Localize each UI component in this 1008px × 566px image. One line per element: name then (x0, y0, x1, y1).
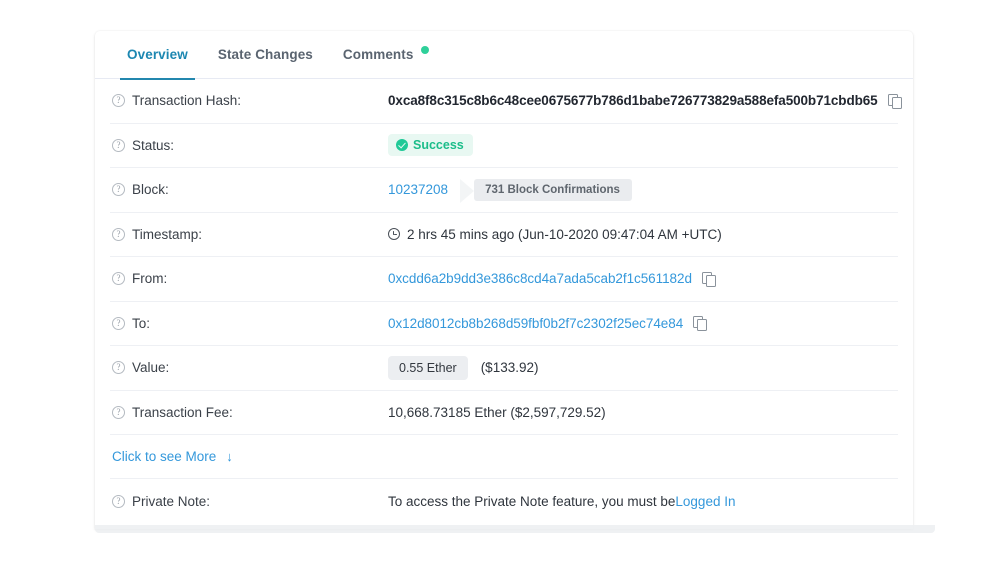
label-private-note: ? Private Note: (112, 494, 388, 509)
transaction-overview-card: Overview State Changes Comments ? Transa… (95, 31, 913, 529)
value-amount: 0.55 Ether ($133.92) (388, 355, 896, 380)
value-timestamp: 2 hrs 45 mins ago (Jun-10-2020 09:47:04 … (388, 227, 896, 242)
value-transaction-fee: 10,668.73185 Ether ($2,597,729.52) (388, 405, 896, 420)
value-to: 0x12d8012cb8b268d59fbf0b2f7c2302f25ec74e… (388, 316, 896, 332)
help-icon[interactable]: ? (112, 183, 125, 197)
help-icon[interactable]: ? (112, 361, 125, 375)
copy-icon[interactable] (887, 93, 902, 109)
value-usd-text: ($133.92) (480, 360, 539, 376)
block-confirmations-badge: 731 Block Confirmations (460, 178, 632, 203)
page-root: Overview State Changes Comments ? Transa… (0, 0, 1008, 566)
row-see-more: Click to see More ↓ (110, 435, 898, 479)
see-more-link[interactable]: Click to see More (112, 449, 216, 464)
label-block: ? Block: (112, 182, 388, 197)
value-ether-badge: 0.55 Ether (388, 355, 468, 380)
tab-overview[interactable]: Overview (112, 31, 203, 80)
value-transaction-hash: 0xca8f8c315c8b6c48cee0675677b786d1babe72… (388, 93, 902, 109)
block-number-link[interactable]: 10237208 (388, 182, 448, 197)
help-icon[interactable]: ? (112, 138, 125, 152)
card-bottom-shadow (95, 525, 935, 533)
row-transaction-hash: ? Transaction Hash: 0xca8f8c315c8b6c48ce… (110, 79, 902, 124)
transaction-hash-text: 0xca8f8c315c8b6c48cee0675677b786d1babe72… (388, 93, 878, 109)
label-status: ? Status: (112, 138, 388, 153)
logged-in-link[interactable]: Logged In (675, 494, 735, 509)
to-address-link[interactable]: 0x12d8012cb8b268d59fbf0b2f7c2302f25ec74e… (388, 316, 683, 331)
label-to: ? To: (112, 316, 388, 331)
arrow-down-icon[interactable]: ↓ (226, 449, 233, 464)
status-badge: Success (388, 134, 473, 157)
row-status: ? Status: Success (110, 124, 898, 168)
label-from: ? From: (112, 271, 388, 286)
row-transaction-fee: ? Transaction Fee: 10,668.73185 Ether ($… (110, 391, 898, 435)
status-badge-label: Success (413, 138, 464, 153)
value-status: Success (388, 134, 896, 157)
tab-comments-label: Comments (342, 47, 414, 62)
label-text: Value: (132, 360, 170, 376)
help-icon[interactable]: ? (112, 494, 125, 508)
help-icon[interactable]: ? (112, 227, 125, 241)
label-transaction-hash: ? Transaction Hash: (112, 93, 388, 108)
row-from: ? From: 0xcdd6a2b9dd3e386c8cd4a7ada5cab2… (110, 257, 898, 302)
label-text: To: (132, 315, 151, 331)
label-transaction-fee: ? Transaction Fee: (112, 405, 388, 420)
row-value: ? Value: 0.55 Ether ($133.92) (110, 346, 898, 391)
label-value: ? Value: (112, 360, 388, 375)
check-icon (396, 139, 408, 152)
label-timestamp: ? Timestamp: (112, 227, 388, 242)
tab-state-changes[interactable]: State Changes (203, 31, 328, 79)
private-note-text: To access the Private Note feature, you … (388, 493, 676, 509)
help-icon[interactable]: ? (112, 405, 125, 419)
transaction-fee-text: 10,668.73185 Ether ($2,597,729.52) (388, 404, 606, 420)
tab-comments[interactable]: Comments (328, 31, 445, 79)
from-address-link[interactable]: 0xcdd6a2b9dd3e386c8cd4a7ada5cab2f1c56118… (388, 271, 692, 286)
row-block: ? Block: 10237208 731 Block Confirmation… (110, 168, 898, 213)
row-timestamp: ? Timestamp: 2 hrs 45 mins ago (Jun-10-2… (110, 213, 898, 257)
tab-state-changes-label: State Changes (217, 47, 313, 62)
label-text: Block: (132, 182, 169, 198)
label-text: Status: (132, 137, 175, 153)
label-text: From: (132, 271, 168, 287)
row-to: ? To: 0x12d8012cb8b268d59fbf0b2f7c2302f2… (110, 302, 898, 346)
tab-bar: Overview State Changes Comments (95, 31, 913, 80)
tab-overview-label: Overview (127, 47, 188, 62)
timestamp-text: 2 hrs 45 mins ago (Jun-10-2020 09:47:04 … (407, 226, 722, 242)
clock-icon (388, 228, 400, 241)
label-text: Private Note: (132, 493, 211, 509)
copy-icon[interactable] (693, 316, 708, 332)
label-text: Timestamp: (132, 226, 203, 242)
label-text: Transaction Hash: (132, 93, 242, 109)
label-text: Transaction Fee: (132, 404, 233, 420)
comments-notification-dot (421, 46, 430, 54)
value-from: 0xcdd6a2b9dd3e386c8cd4a7ada5cab2f1c56118… (388, 271, 896, 287)
row-private-note: ? Private Note: To access the Private No… (110, 479, 898, 524)
value-block: 10237208 731 Block Confirmations (388, 178, 896, 203)
overview-rows: ? Transaction Hash: 0xca8f8c315c8b6c48ce… (95, 79, 913, 524)
help-icon[interactable]: ? (112, 316, 125, 330)
value-private-note: To access the Private Note feature, you … (388, 494, 896, 509)
help-icon[interactable]: ? (112, 272, 125, 286)
copy-icon[interactable] (701, 271, 716, 287)
help-icon[interactable]: ? (112, 94, 125, 108)
